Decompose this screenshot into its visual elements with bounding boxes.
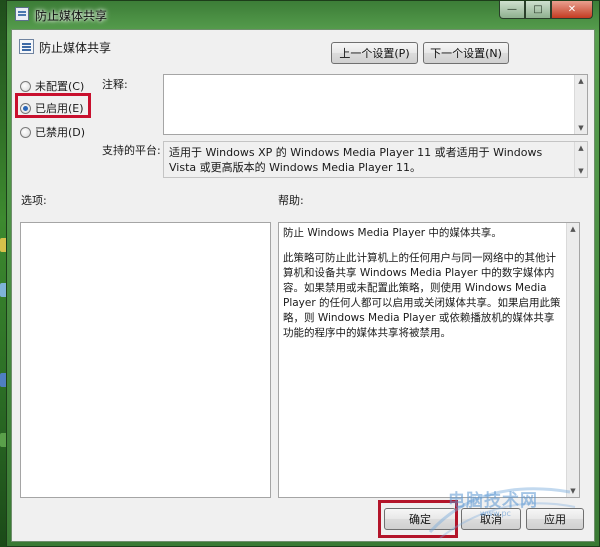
- apply-button[interactable]: 应用: [526, 508, 584, 530]
- options-label: 选项:: [21, 194, 47, 207]
- minimize-button[interactable]: —: [499, 1, 525, 19]
- next-setting-button[interactable]: 下一个设置(N): [423, 42, 509, 64]
- close-button[interactable]: ✕: [551, 1, 593, 19]
- scroll-up-icon[interactable]: ▲: [567, 223, 579, 235]
- radio-button[interactable]: [20, 126, 31, 138]
- title-bar[interactable]: 防止媒体共享 — □ ✕: [7, 1, 599, 29]
- watermark-text: 电脑技术网: [448, 491, 538, 511]
- dialog-body: 防止媒体共享 上一个设置(P) 下一个设置(N) 未配置(C) 已启用(E) 已…: [11, 29, 595, 542]
- scroll-down-icon[interactable]: ▼: [567, 485, 579, 497]
- help-scrollbar[interactable]: ▲ ▼: [566, 223, 579, 497]
- watermark-url: www.pc: [480, 509, 511, 518]
- close-icon: ✕: [567, 4, 577, 15]
- scroll-up-icon[interactable]: ▲: [575, 75, 587, 87]
- policy-setting-icon: [15, 7, 29, 21]
- highlight-annotation: [378, 500, 458, 538]
- window-title: 防止媒体共享: [35, 9, 108, 23]
- options-panel: [20, 222, 271, 498]
- scroll-down-icon[interactable]: ▼: [575, 165, 587, 177]
- comment-scrollbar[interactable]: ▲ ▼: [574, 75, 587, 134]
- comment-label: 注释:: [102, 78, 128, 91]
- radio-button[interactable]: [20, 80, 31, 92]
- platform-scrollbar[interactable]: ▲ ▼: [574, 142, 587, 177]
- scroll-down-icon[interactable]: ▼: [575, 122, 587, 134]
- radio-disabled[interactable]: 已禁用(D): [20, 124, 85, 140]
- comment-textarea[interactable]: ▲ ▼: [163, 74, 588, 135]
- maximize-icon: □: [533, 4, 543, 15]
- platform-description: 适用于 Windows XP 的 Windows Media Player 11…: [169, 146, 543, 174]
- radio-not-configured[interactable]: 未配置(C): [20, 78, 84, 94]
- previous-setting-button[interactable]: 上一个设置(P): [331, 42, 418, 64]
- window-controls: — □ ✕: [499, 1, 593, 19]
- supported-platform-label: 支持的平台:: [102, 144, 161, 157]
- help-panel: 防止 Windows Media Player 中的媒体共享。 此策略可防止此计…: [278, 222, 580, 498]
- setting-title: 防止媒体共享: [39, 41, 112, 55]
- help-paragraph: 此策略可防止此计算机上的任何用户与同一网络中的其他计算机和设备共享 Window…: [283, 252, 561, 339]
- highlight-annotation: [15, 93, 91, 118]
- supported-platform-text: 适用于 Windows XP 的 Windows Media Player 11…: [163, 141, 588, 178]
- radio-label: 已禁用(D): [35, 126, 86, 139]
- radio-label: 未配置(C): [35, 80, 85, 93]
- maximize-button[interactable]: □: [525, 1, 551, 19]
- scroll-up-icon[interactable]: ▲: [575, 142, 587, 154]
- minimize-icon: —: [507, 4, 517, 15]
- help-paragraph: 防止 Windows Media Player 中的媒体共享。: [283, 227, 502, 239]
- policy-setting-icon: [19, 39, 34, 54]
- help-label: 帮助:: [278, 194, 304, 207]
- policy-dialog-window: 防止媒体共享 — □ ✕ 防止媒体共享 上一个设置(P) 下一个设置(N) 未配…: [6, 0, 600, 547]
